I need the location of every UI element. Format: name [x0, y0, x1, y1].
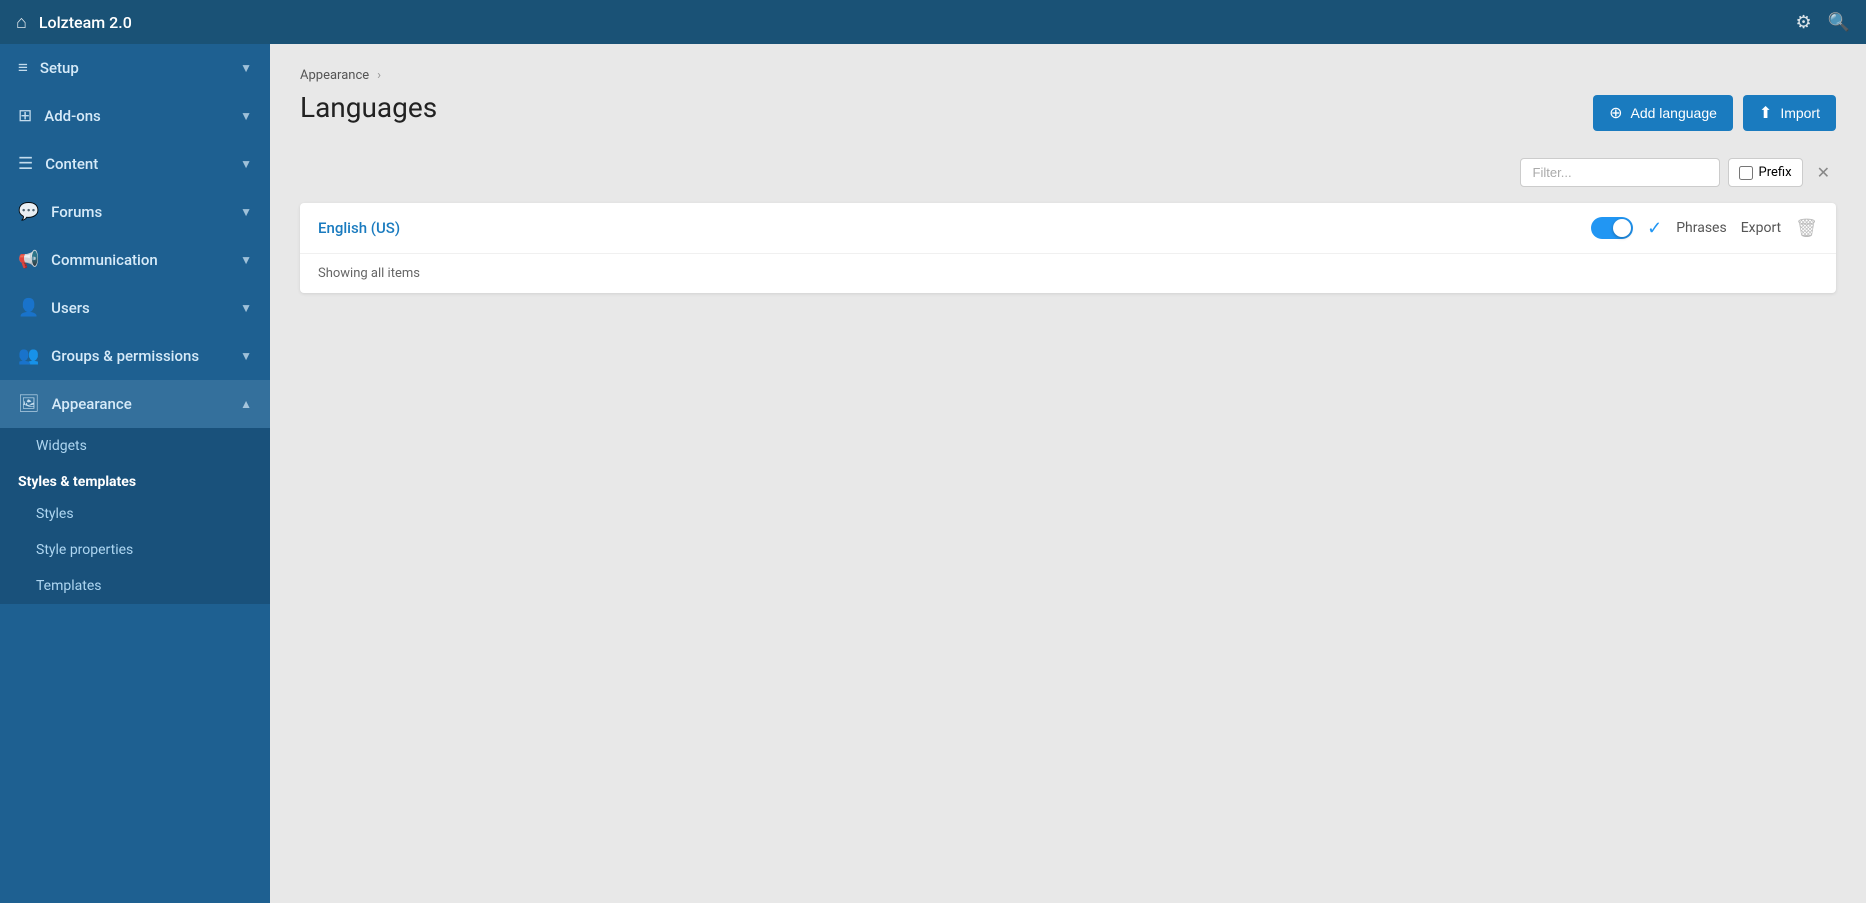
sidebar-item-users-label: Users: [51, 299, 90, 317]
delete-icon[interactable]: 🗑: [1795, 218, 1818, 239]
search-icon[interactable]: 🔍: [1828, 12, 1850, 33]
styles-label: Styles: [36, 506, 74, 522]
check-circle-icon[interactable]: ✓: [1647, 218, 1662, 239]
sidebar-item-forums-label: Forums: [51, 203, 102, 221]
sidebar-sub-styles-templates-header[interactable]: Styles & templates: [0, 464, 270, 496]
row-actions: ✓ Phrases Export 🗑: [1591, 217, 1818, 239]
breadcrumb-parent[interactable]: Appearance: [300, 68, 369, 83]
setup-icon: ≡: [18, 58, 28, 78]
chevron-down-icon: ▼: [240, 109, 252, 123]
import-button[interactable]: ⬆ Import: [1743, 95, 1836, 131]
main-inner: Appearance › Languages ⊕ Add language ⬆ …: [270, 44, 1866, 317]
prefix-checkbox[interactable]: [1739, 166, 1753, 180]
sidebar-item-addons-label: Add-ons: [44, 107, 101, 125]
toggle-knob: [1613, 219, 1631, 237]
plus-icon: ⊕: [1609, 103, 1622, 123]
groups-icon: 👥: [18, 346, 39, 366]
page-title: Languages: [300, 91, 437, 124]
add-language-button[interactable]: ⊕ Add language: [1593, 95, 1733, 131]
filter-clear-button[interactable]: ✕: [1811, 161, 1836, 184]
topbar-left: ⌂ Lolzteam 2.0: [16, 12, 132, 33]
export-link[interactable]: Export: [1741, 220, 1781, 236]
topbar: ⌂ Lolzteam 2.0 ⚙ 🔍: [0, 0, 1866, 44]
chevron-down-icon: ▼: [240, 253, 252, 267]
breadcrumb: Appearance ›: [300, 68, 1836, 83]
chevron-down-icon: ▼: [240, 349, 252, 363]
home-icon[interactable]: ⌂: [16, 12, 27, 33]
languages-list: English (US) ✓ Phrases Export 🗑 Showin: [300, 203, 1836, 293]
import-label: Import: [1780, 105, 1820, 121]
forums-icon: 💬: [18, 202, 39, 222]
filter-input-wrap: [1520, 158, 1720, 187]
filter-bar: Prefix ✕: [300, 158, 1836, 187]
phrases-link[interactable]: Phrases: [1676, 220, 1727, 236]
breadcrumb-separator: ›: [377, 68, 381, 83]
app-title: Lolzteam 2.0: [39, 13, 132, 32]
sidebar-item-appearance-label: Appearance: [52, 395, 132, 413]
appearance-icon: 🖼: [18, 394, 40, 414]
templates-label: Templates: [36, 578, 102, 594]
settings-icon[interactable]: ⚙: [1795, 12, 1811, 33]
chevron-down-icon: ▼: [240, 157, 252, 171]
users-icon: 👤: [18, 298, 39, 318]
sidebar-item-communication[interactable]: 📢 Communication ▼: [0, 236, 270, 284]
main-content: Appearance › Languages ⊕ Add language ⬆ …: [270, 44, 1866, 903]
sidebar-item-appearance[interactable]: 🖼 Appearance ▲: [0, 380, 270, 428]
toggle-switch[interactable]: [1591, 217, 1633, 239]
sidebar-item-setup[interactable]: ≡ Setup ▼: [0, 44, 270, 92]
import-icon: ⬆: [1759, 103, 1772, 123]
styles-templates-label: Styles & templates: [18, 474, 136, 490]
chevron-down-icon: ▼: [240, 205, 252, 219]
sidebar-item-users[interactable]: 👤 Users ▼: [0, 284, 270, 332]
sidebar-item-content[interactable]: ☰ Content ▼: [0, 140, 270, 188]
sidebar-item-addons[interactable]: ⊞ Add-ons ▼: [0, 92, 270, 140]
sidebar-sub-styles[interactable]: Styles: [0, 496, 270, 532]
chevron-down-icon: ▼: [240, 301, 252, 315]
sidebar-sub-style-properties[interactable]: Style properties: [0, 532, 270, 568]
sidebar-sub-templates[interactable]: Templates: [0, 568, 270, 604]
widgets-label: Widgets: [36, 438, 87, 454]
table-row: English (US) ✓ Phrases Export 🗑: [300, 203, 1836, 254]
content-icon: ☰: [18, 154, 33, 174]
sidebar-item-communication-label: Communication: [51, 251, 158, 269]
sidebar-item-setup-label: Setup: [40, 59, 79, 77]
sidebar-sub-widgets[interactable]: Widgets: [0, 428, 270, 464]
style-properties-label: Style properties: [36, 542, 133, 558]
page-actions: ⊕ Add language ⬆ Import: [1593, 95, 1836, 131]
prefix-label: Prefix: [1759, 165, 1792, 180]
sidebar-item-groups-label: Groups & permissions: [51, 347, 199, 365]
sidebar-item-groups[interactable]: 👥 Groups & permissions ▼: [0, 332, 270, 380]
sidebar-item-content-label: Content: [45, 155, 98, 173]
sidebar: ≡ Setup ▼ ⊞ Add-ons ▼ ☰ Content ▼ 💬 Foru…: [0, 44, 270, 903]
language-name[interactable]: English (US): [318, 219, 1579, 237]
appearance-submenu: Widgets Styles & templates Styles Style …: [0, 428, 270, 604]
addons-icon: ⊞: [18, 106, 32, 126]
chevron-down-icon: ▼: [240, 61, 252, 75]
topbar-right: ⚙ 🔍: [1795, 12, 1850, 33]
sidebar-item-forums[interactable]: 💬 Forums ▼: [0, 188, 270, 236]
prefix-checkbox-wrap[interactable]: Prefix: [1728, 158, 1803, 187]
filter-input[interactable]: [1520, 158, 1720, 187]
chevron-up-icon: ▲: [240, 397, 252, 411]
layout: ≡ Setup ▼ ⊞ Add-ons ▼ ☰ Content ▼ 💬 Foru…: [0, 44, 1866, 903]
language-toggle[interactable]: [1591, 217, 1633, 239]
communication-icon: 📢: [18, 250, 39, 270]
add-language-label: Add language: [1630, 105, 1716, 121]
list-showing-text: Showing all items: [300, 254, 1836, 293]
